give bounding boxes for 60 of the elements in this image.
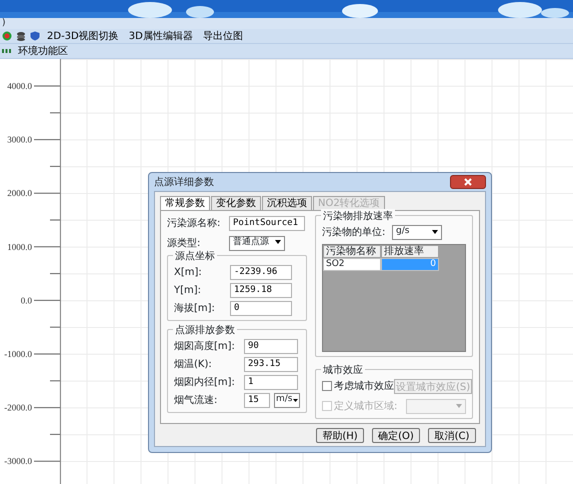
field-label: 源类型: bbox=[167, 236, 202, 250]
field-label: 污染物的单位: bbox=[322, 226, 386, 240]
input-field[interactable]: 1 bbox=[244, 374, 298, 390]
checkbox: 定义城市区域: bbox=[322, 398, 398, 414]
field-label: 烟温(K): bbox=[174, 358, 213, 372]
axis-label: -1000.0 bbox=[4, 349, 32, 359]
button[interactable]: 帮助(H) bbox=[316, 428, 364, 443]
dropdown[interactable]: g/s bbox=[392, 224, 442, 240]
input-field[interactable]: 0 bbox=[230, 300, 292, 316]
menu-item[interactable]: ) bbox=[2, 18, 6, 28]
close-button[interactable] bbox=[450, 175, 486, 189]
field-label: 烟囱内径[m]: bbox=[174, 376, 236, 390]
input-field[interactable]: 90 bbox=[244, 338, 298, 354]
table-cell: SO2 bbox=[323, 258, 381, 271]
button[interactable]: 取消(C) bbox=[428, 428, 476, 443]
button[interactable]: 确定(O) bbox=[372, 428, 420, 443]
field-label: 海拔[m]: bbox=[174, 302, 216, 316]
field-label: X[m]: bbox=[174, 266, 203, 280]
tab[interactable]: 常规参数 bbox=[160, 196, 210, 210]
column-header: 污染物名称 bbox=[323, 245, 381, 258]
input-field[interactable]: -2239.96 bbox=[230, 264, 292, 280]
caret-icon bbox=[432, 230, 438, 234]
input-field[interactable]: 1259.18 bbox=[230, 282, 292, 298]
caret-icon bbox=[275, 240, 281, 244]
window-title: 点源详细参数 bbox=[154, 176, 214, 190]
toolbar-button[interactable]: 环境功能区 bbox=[15, 44, 71, 58]
dropdown-value: g/s bbox=[396, 225, 410, 238]
grid-icon[interactable] bbox=[2, 47, 11, 55]
tab[interactable]: 沉积选项 bbox=[262, 196, 312, 210]
field-label: Y[m]: bbox=[174, 284, 202, 298]
axis-label: 0.0 bbox=[20, 295, 32, 306]
toolbar-button[interactable]: 3D属性编辑器 bbox=[126, 30, 196, 42]
axis-label: 1000.0 bbox=[7, 242, 32, 252]
group-title: 点源排放参数 bbox=[173, 323, 237, 338]
close-icon bbox=[464, 178, 472, 186]
shield-icon[interactable] bbox=[30, 31, 40, 41]
layers-icon[interactable] bbox=[16, 31, 26, 41]
column-header: 排放速率 bbox=[381, 245, 439, 258]
field-label: 污染源名称: bbox=[167, 216, 222, 230]
axis-label: 4000.0 bbox=[7, 81, 32, 91]
axis-label: -2000.0 bbox=[4, 402, 32, 413]
tab[interactable]: 变化参数 bbox=[211, 196, 261, 210]
field-label: 烟囱高度[m]: bbox=[174, 340, 236, 354]
axis-label: -3000.0 bbox=[4, 456, 32, 466]
axis-label: 3000.0 bbox=[7, 134, 32, 145]
input-field[interactable]: 15 bbox=[244, 392, 270, 408]
dropdown-value: 普通点源 bbox=[233, 236, 269, 250]
caret-icon bbox=[456, 404, 462, 408]
group-title: 源点坐标 bbox=[173, 249, 217, 264]
dropdown[interactable]: m/s bbox=[274, 392, 300, 408]
toolbar-button[interactable]: 导出位图 bbox=[200, 30, 246, 42]
input-field[interactable]: PointSource1 bbox=[229, 216, 305, 230]
caret-icon bbox=[293, 398, 298, 402]
axis-label: 2000.0 bbox=[7, 188, 32, 198]
field-label: 烟气流速: bbox=[174, 394, 218, 408]
dropdown[interactable]: 普通点源 bbox=[229, 236, 285, 250]
checkbox[interactable]: 考虑城市效应 bbox=[322, 378, 394, 394]
toolbar-button[interactable]: 2D-3D视图切换 bbox=[44, 30, 122, 42]
input-field[interactable]: 293.15 bbox=[244, 356, 298, 372]
dropdown-value: m/s bbox=[276, 393, 292, 406]
